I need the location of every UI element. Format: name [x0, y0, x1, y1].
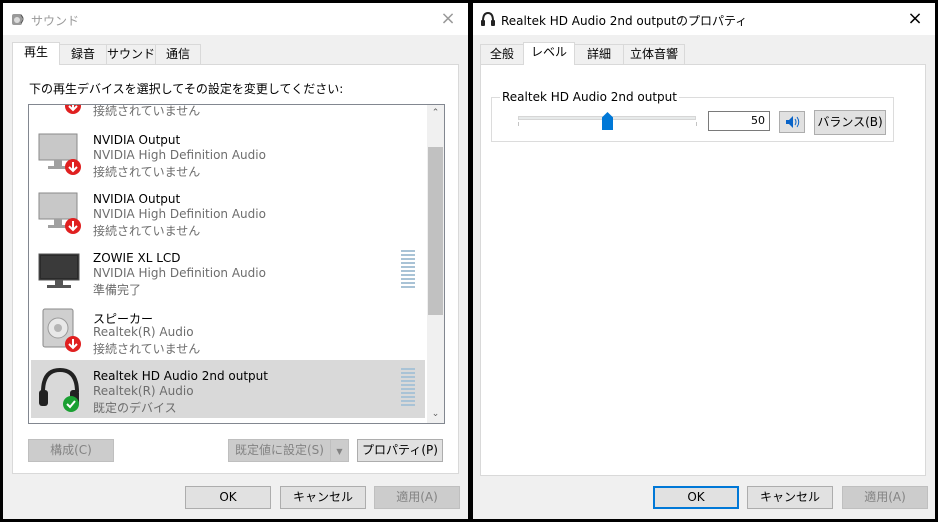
- tab-levels[interactable]: レベル: [523, 42, 575, 65]
- volume-meter: [401, 368, 415, 410]
- monitor-disconnected-icon: [38, 192, 81, 234]
- level-group: Realtek HD Audio 2nd output 50 バランス(B): [491, 90, 894, 142]
- scroll-down-arrow-icon[interactable]: ⌄: [427, 406, 444, 423]
- cancel-button[interactable]: キャンセル: [747, 486, 833, 509]
- volume-level-field[interactable]: 50: [708, 111, 770, 131]
- speaker-icon: [786, 116, 800, 128]
- tab-communications[interactable]: 通信: [155, 44, 201, 64]
- device-name: ZOWIE XL LCD: [93, 251, 181, 265]
- apply-button[interactable]: 適用(A): [374, 486, 460, 509]
- tab-sounds[interactable]: サウンド: [106, 44, 156, 64]
- balance-button[interactable]: バランス(B): [814, 110, 886, 135]
- tab-playback[interactable]: 再生: [12, 42, 60, 65]
- mute-toggle-button[interactable]: [779, 111, 805, 133]
- tab-spatial-sound[interactable]: 立体音響: [623, 44, 685, 64]
- device-status: 接続されていません: [93, 224, 201, 238]
- headphones-icon: [481, 11, 495, 26]
- device-status: 接続されていません: [93, 342, 201, 356]
- device-list[interactable]: 接続されていません NVIDIA Output NVIDIA High Defi…: [28, 104, 445, 424]
- slider-tick: [696, 122, 697, 126]
- device-description: NVIDIA High Definition Audio: [93, 207, 266, 221]
- device-name: NVIDIA Output: [93, 192, 181, 206]
- list-item[interactable]: NVIDIA Output NVIDIA High Definition Aud…: [31, 183, 425, 241]
- device-name: NVIDIA Output: [93, 133, 181, 147]
- monitor-disconnected-icon: [65, 105, 81, 114]
- close-icon[interactable]: ×: [438, 9, 458, 29]
- close-icon[interactable]: ×: [905, 9, 925, 29]
- instruction-text: 下の再生デバイスを選択してその設定を変更してください:: [29, 82, 344, 96]
- window-title: Realtek HD Audio 2nd outputのプロパティ: [501, 14, 748, 28]
- sound-dialog: サウンド × 再生 録音 サウンド 通信 下の再生デバイスを選択してその設定を変…: [3, 3, 468, 519]
- list-item[interactable]: ZOWIE XL LCD NVIDIA High Definition Audi…: [31, 242, 425, 300]
- group-label: Realtek HD Audio 2nd output: [500, 90, 679, 104]
- list-item[interactable]: Realtek HD Audio 2nd output Realtek(R) A…: [31, 360, 425, 418]
- list-item[interactable]: NVIDIA Output NVIDIA High Definition Aud…: [31, 124, 425, 182]
- tab-recording[interactable]: 録音: [59, 44, 107, 64]
- set-default-dropdown-button[interactable]: ▼: [330, 439, 349, 462]
- scrollbar-thumb[interactable]: [428, 147, 443, 315]
- set-default-button[interactable]: 既定値に設定(S): [228, 439, 331, 462]
- ok-button[interactable]: OK: [653, 486, 739, 509]
- monitor-icon: [38, 253, 80, 288]
- headphones-default-icon: [39, 367, 79, 412]
- list-item[interactable]: スピーカー Realtek(R) Audio 接続されていません: [31, 301, 425, 359]
- configure-button[interactable]: 構成(C): [28, 439, 114, 462]
- cancel-button[interactable]: キャンセル: [280, 486, 366, 509]
- ok-button[interactable]: OK: [185, 486, 271, 509]
- tab-advanced[interactable]: 詳細: [574, 44, 624, 64]
- device-name: Realtek HD Audio 2nd output: [93, 369, 268, 383]
- monitor-disconnected-icon: [38, 133, 81, 175]
- device-description: Realtek(R) Audio: [93, 384, 194, 398]
- device-description: NVIDIA High Definition Audio: [93, 266, 266, 280]
- title-bar[interactable]: サウンド ×: [3, 3, 468, 35]
- speaker-disconnected-icon: [42, 308, 81, 352]
- device-status: 接続されていません: [93, 104, 201, 118]
- apply-button[interactable]: 適用(A): [842, 486, 928, 509]
- window-title: サウンド: [31, 14, 80, 28]
- scrollbar[interactable]: ⌃ ⌄: [427, 105, 444, 423]
- properties-button[interactable]: プロパティ(P): [357, 439, 443, 462]
- device-status: 準備完了: [93, 283, 142, 297]
- speaker-app-icon: [12, 14, 24, 25]
- properties-dialog: Realtek HD Audio 2nd outputのプロパティ × 全般 レ…: [473, 3, 935, 519]
- slider-tick: [518, 122, 519, 126]
- volume-meter: [401, 250, 415, 292]
- chevron-down-icon: ▼: [336, 447, 343, 456]
- scroll-up-arrow-icon[interactable]: ⌃: [427, 105, 444, 122]
- device-description: Realtek(R) Audio: [93, 325, 194, 339]
- list-item[interactable]: 接続されていません: [31, 104, 425, 121]
- device-description: NVIDIA High Definition Audio: [93, 148, 266, 162]
- title-bar[interactable]: Realtek HD Audio 2nd outputのプロパティ ×: [473, 3, 935, 35]
- tab-general[interactable]: 全般: [480, 44, 524, 64]
- volume-slider-thumb[interactable]: [602, 112, 613, 130]
- device-status: 接続されていません: [93, 165, 201, 179]
- levels-panel: Realtek HD Audio 2nd output 50 バランス(B): [480, 64, 926, 476]
- device-status: 既定のデバイス: [93, 401, 177, 415]
